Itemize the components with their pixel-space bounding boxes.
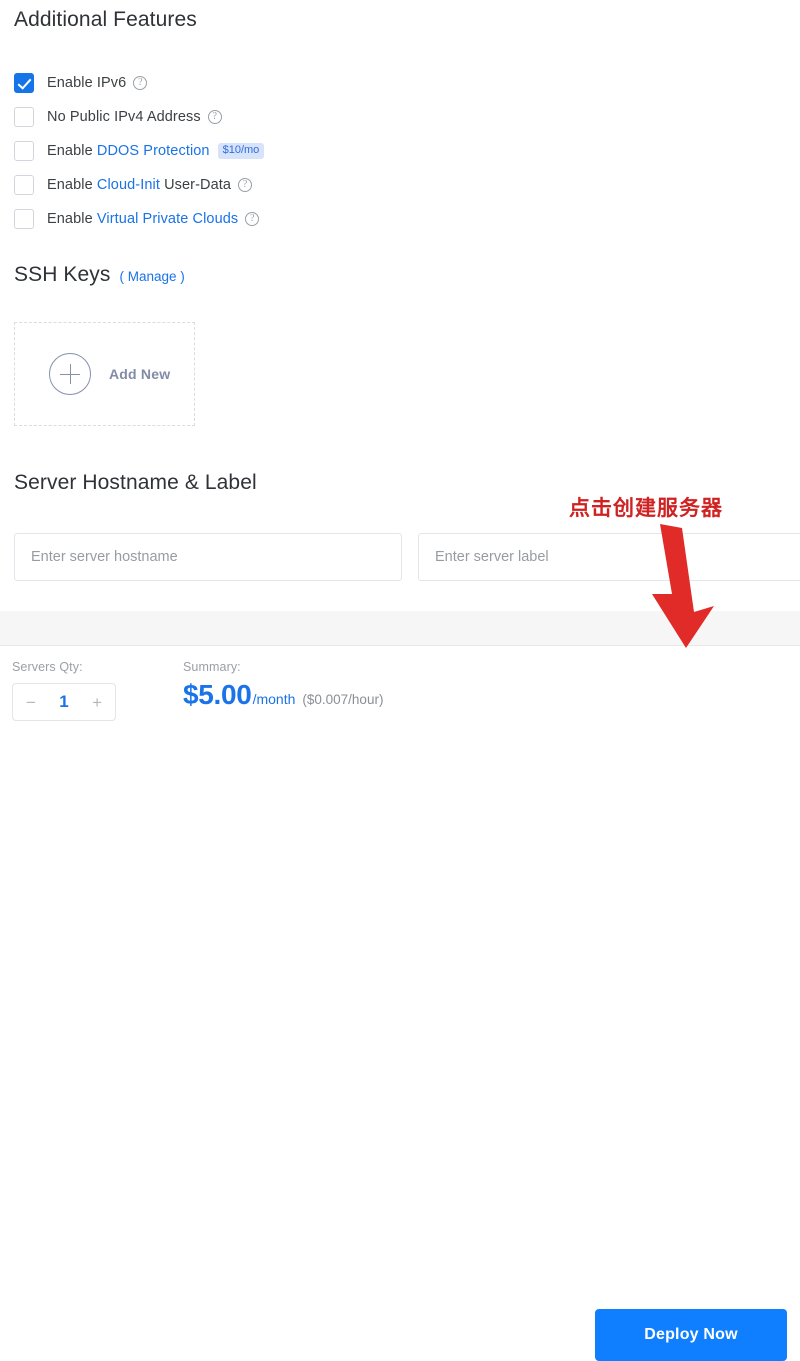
help-icon[interactable]: ? bbox=[133, 76, 148, 90]
quantity-value: 1 bbox=[59, 692, 69, 711]
help-icon[interactable]: ? bbox=[207, 110, 222, 124]
feature-row-cloud-init[interactable]: Enable Cloud-Init User-Data ? bbox=[14, 168, 434, 202]
add-new-ssh-key-button[interactable]: Add New bbox=[14, 322, 195, 426]
link-cloud-init[interactable]: Cloud-Init bbox=[97, 177, 160, 193]
page-title: Additional Features bbox=[14, 8, 197, 31]
summary-caption: Summary: bbox=[183, 660, 241, 674]
add-new-label: Add New bbox=[109, 366, 171, 382]
checkbox-ddos-protection[interactable] bbox=[14, 141, 34, 161]
servers-qty-caption: Servers Qty: bbox=[12, 660, 83, 674]
link-virtual-private-clouds[interactable]: Virtual Private Clouds bbox=[97, 211, 238, 227]
ssh-manage-link[interactable]: ( Manage ) bbox=[120, 269, 185, 284]
server-hostname-input[interactable] bbox=[14, 533, 402, 581]
ssh-keys-title: SSH Keys bbox=[14, 263, 111, 286]
price-badge-ddos: $10/mo bbox=[217, 143, 265, 159]
servers-qty-group: Servers Qty: − 1 + bbox=[12, 660, 116, 721]
summary-price-row: $5.00 /month ($0.007/hour) bbox=[183, 679, 383, 711]
feature-label-ddos-protection: Enable DDOS Protection bbox=[47, 143, 210, 159]
feature-row-enable-ipv6[interactable]: Enable IPv6 ? bbox=[14, 66, 434, 100]
ssh-keys-heading: SSH Keys ( Manage ) bbox=[14, 263, 185, 287]
feature-label-virtual-private-clouds: Enable Virtual Private Clouds bbox=[47, 211, 239, 227]
summary-group: Summary: $5.00 /month ($0.007/hour) bbox=[183, 660, 383, 711]
down-arrow-icon bbox=[652, 524, 714, 648]
deploy-footer-bar: Servers Qty: − 1 + Summary: $5.00 /month… bbox=[0, 646, 800, 1361]
feature-label-cloud-init: Enable Cloud-Init User-Data bbox=[47, 177, 232, 193]
link-ddos-protection[interactable]: DDOS Protection bbox=[97, 143, 210, 159]
additional-features-list: Enable IPv6 ? No Public IPv4 Address ? E… bbox=[14, 66, 434, 236]
help-icon[interactable]: ? bbox=[238, 178, 253, 192]
summary-period: /month bbox=[252, 691, 296, 707]
checkbox-virtual-private-clouds[interactable] bbox=[14, 209, 34, 229]
deploy-now-button[interactable]: Deploy Now bbox=[595, 1309, 787, 1361]
plus-icon bbox=[49, 353, 91, 395]
server-hostname-title: Server Hostname & Label bbox=[14, 471, 257, 494]
help-icon[interactable]: ? bbox=[245, 212, 260, 226]
checkbox-enable-ipv6[interactable] bbox=[14, 73, 34, 93]
checkbox-no-public-ipv4[interactable] bbox=[14, 107, 34, 127]
feature-label-no-public-ipv4: No Public IPv4 Address bbox=[47, 109, 201, 125]
feature-row-no-public-ipv4[interactable]: No Public IPv4 Address ? bbox=[14, 100, 434, 134]
annotation-text: 点击创建服务器 bbox=[569, 497, 723, 520]
quantity-decrement-button[interactable]: − bbox=[26, 694, 36, 711]
feature-row-ddos-protection[interactable]: Enable DDOS Protection $10/mo bbox=[14, 134, 434, 168]
feature-label-enable-ipv6: Enable IPv6 bbox=[47, 75, 127, 91]
feature-row-virtual-private-clouds[interactable]: Enable Virtual Private Clouds ? bbox=[14, 202, 434, 236]
quantity-stepper[interactable]: − 1 + bbox=[12, 683, 116, 721]
summary-hourly-rate: ($0.007/hour) bbox=[302, 692, 384, 707]
quantity-increment-button[interactable]: + bbox=[92, 694, 102, 711]
checkbox-cloud-init[interactable] bbox=[14, 175, 34, 195]
summary-amount: $5.00 bbox=[183, 679, 252, 710]
